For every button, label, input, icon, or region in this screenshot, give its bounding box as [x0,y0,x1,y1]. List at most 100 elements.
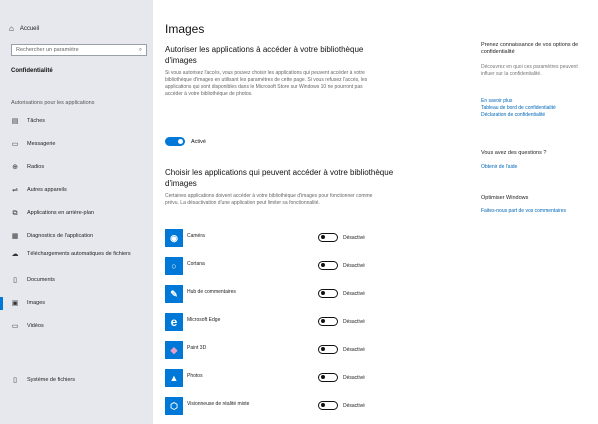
file-system-icon: ▯ [13,377,17,384]
settings-sidebar: ⌂ Accueil Rechercher un paramètre ⌕ Conf… [0,0,153,424]
app-toggle-row: Désactivé [318,289,365,298]
mixed-reality-toggle[interactable] [318,401,338,410]
devices-icon: ⇌ [12,187,18,194]
home-label: Accueil [19,25,40,32]
background-apps-icon: ⧉ [12,210,18,217]
mixed-reality-icon: ⬡ [165,397,183,415]
page-title: Images [165,22,205,36]
sidebar-item-label: Téléchargements automatiques de fichiers [27,251,131,257]
app-row-photos: ▲ Photos Désactivé [165,367,455,389]
home-link[interactable]: ⌂ Accueil [9,24,39,33]
app-name: Cortana [187,261,205,267]
questions-heading: Vous avez des questions ? [481,150,547,156]
settings-search-input[interactable]: Rechercher un paramètre ⌕ [11,44,147,56]
privacy-statement-link[interactable]: Déclaration de confidentialité [481,112,581,119]
sidebar-item-label: Radios [27,164,45,170]
sidebar-item-label: Diagnostics de l'application [27,233,94,239]
sidebar-item-label: Documents [27,277,55,283]
sidebar-item-label: Vidéos [27,323,44,329]
sidebar-item-label: Système de fichiers [27,377,75,383]
app-row-microsoft-edge: e Microsoft Edge Désactivé [165,311,455,333]
app-name: Visionneuse de réalité mixte [187,401,250,407]
app-toggle-row: Désactivé [318,401,365,410]
cortana-icon: ○ [165,257,183,275]
cortana-toggle[interactable] [318,261,338,270]
download-icon: ☁ [11,251,19,258]
app-toggle-row: Désactivé [318,345,365,354]
diagnostics-icon: ▦ [11,233,19,240]
app-name: Hub de commentaires [187,289,236,295]
sidebar-item-label: Images [27,300,46,306]
app-toggle-row: Désactivé [318,261,365,270]
sidebar-item-documents[interactable]: ▯ Documents [11,277,151,284]
sidebar-group-title: Autorisations pour les applications [11,100,95,106]
app-toggle-row: Désactivé [318,233,365,242]
feedback-hub-toggle[interactable] [318,289,338,298]
app-name: Microsoft Edge [187,317,221,323]
choose-apps-description: Certaines applications doivent accéder à… [165,193,373,206]
app-toggle-status: Désactivé [343,374,365,381]
photos-icon: ▲ [165,369,183,387]
learn-more-link[interactable]: En savoir plus [481,98,581,105]
app-toggle-status: Désactivé [343,262,365,269]
sidebar-item-radios[interactable]: ⊕ Radios [11,164,151,171]
sidebar-item-systeme-fichiers[interactable]: ▯ Système de fichiers [11,377,151,384]
app-toggle-row: Désactivé [318,373,365,382]
tasks-icon: ▤ [11,118,19,125]
sidebar-item-autres-appareils[interactable]: ⇌ Autres appareils [11,187,151,194]
sidebar-item-label: Autres appareils [27,187,67,193]
sidebar-section-title: Confidentialité [11,68,53,74]
sidebar-item-label: Messagerie [27,141,56,147]
privacy-options-description: Découvrez en quoi ces paramètres peuvent… [481,64,578,77]
paint3d-toggle[interactable] [318,345,338,354]
sidebar-item-messagerie[interactable]: ▭ Messagerie [11,141,151,148]
privacy-dashboard-link[interactable]: Tableau de bord de confidentialité [481,105,581,112]
feedback-hub-icon: ✎ [165,285,183,303]
privacy-options-heading: Prenez connaissance de vos options de co… [481,42,579,55]
app-row-mixed-reality-viewer: ⬡ Visionneuse de réalité mixte Désactivé [165,395,455,417]
home-icon: ⌂ [9,24,14,33]
app-toggle-status: Désactivé [343,346,365,353]
camera-toggle[interactable] [318,233,338,242]
toggle-status-label: Activé [191,138,206,145]
app-row-cortana: ○ Cortana Désactivé [165,255,455,277]
sidebar-item-label: Tâches [27,118,46,124]
edge-toggle[interactable] [318,317,338,326]
app-toggle-status: Désactivé [343,234,365,241]
app-name: Photos [187,373,203,379]
feedback-link[interactable]: Faites-nous part de vos commentaires [481,208,581,215]
radio-icon: ⊕ [12,164,18,171]
video-icon: ▭ [11,323,19,330]
edge-icon: e [165,313,183,331]
app-row-feedback-hub: ✎ Hub de commentaires Désactivé [165,283,455,305]
sidebar-item-applications-arriere-plan[interactable]: ⧉ Applications en arrière-plan [11,210,151,217]
app-toggle-status: Désactivé [343,318,365,325]
image-icon: ▣ [11,300,19,307]
allow-access-description: Si vous autorisez l'accès, vous pouvez c… [165,70,368,97]
photos-toggle[interactable] [318,373,338,382]
app-toggle-status: Désactivé [343,290,365,297]
sidebar-item-label: Applications en arrière-plan [27,210,94,216]
get-help-link[interactable]: Obtenir de l'aide [481,164,581,171]
document-icon: ▯ [13,277,17,284]
app-toggle-status: Désactivé [343,402,365,409]
main-content: Images Autoriser les applications à accé… [165,0,455,424]
message-icon: ▭ [11,141,19,148]
app-row-paint-3d: ◆ Paint 3D Désactivé [165,339,455,361]
camera-icon: ◉ [165,229,183,247]
sidebar-item-videos[interactable]: ▭ Vidéos [11,323,151,330]
sidebar-item-taches[interactable]: ▤ Tâches [11,118,151,125]
sidebar-item-telechargements[interactable]: ☁ Téléchargements automatiques de fichie… [11,251,151,258]
library-access-toggle[interactable] [165,137,185,146]
paint3d-icon: ◆ [165,341,183,359]
app-name: Paint 3D [187,345,207,351]
sidebar-item-diagnostics[interactable]: ▦ Diagnostics de l'application [11,233,151,240]
app-name: Caméra [187,233,205,239]
allow-access-heading: Autoriser les applications à accéder à v… [165,45,364,65]
choose-apps-heading: Choisir les applications qui peuvent acc… [165,168,394,188]
app-row-camera: ◉ Caméra Désactivé [165,227,455,249]
app-toggle-row: Désactivé [318,317,365,326]
improve-windows-heading: Optimiser Windows [481,195,529,201]
sidebar-item-images[interactable]: ▣ Images [0,297,140,310]
library-access-toggle-row: Activé [165,137,206,146]
